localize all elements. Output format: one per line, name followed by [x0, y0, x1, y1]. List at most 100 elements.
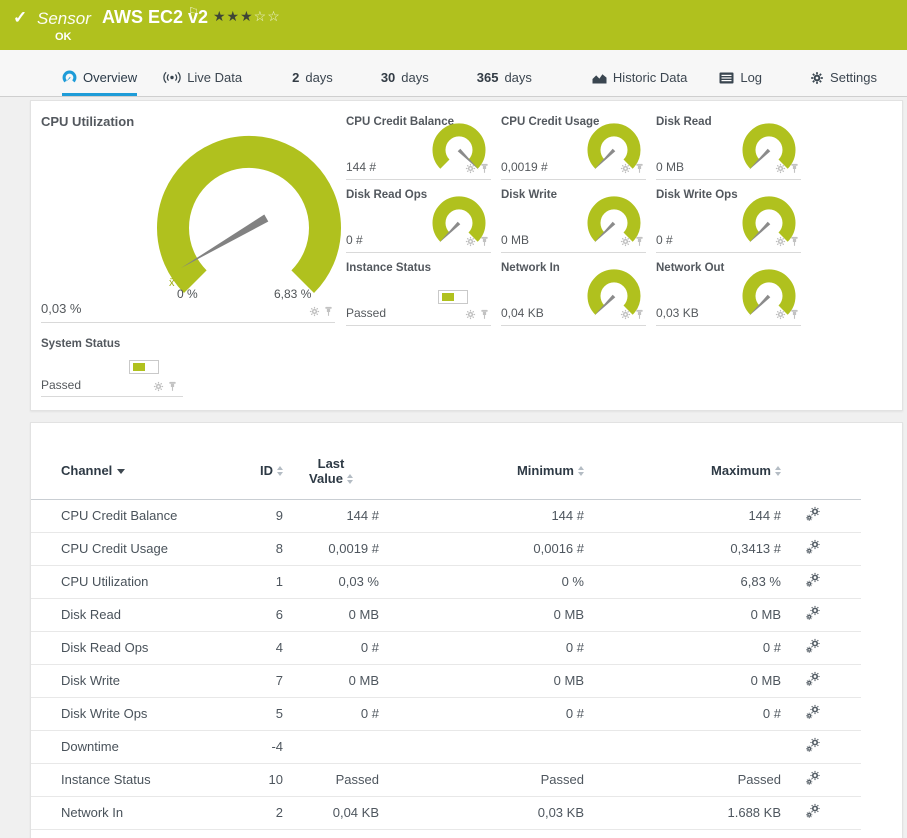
- gauge-cell-network-in[interactable]: Network In 0,04 KB: [501, 262, 646, 326]
- edit-channel-settings-icon[interactable]: [805, 506, 821, 522]
- pin-icon[interactable]: [480, 236, 489, 247]
- pin-icon[interactable]: [168, 381, 177, 392]
- edit-channel-settings-icon[interactable]: [805, 803, 821, 819]
- tab-historic-data[interactable]: Historic Data: [592, 70, 687, 96]
- cell-channel[interactable]: Network In: [31, 796, 221, 830]
- gauge-cell-disk-write[interactable]: Disk Write 0 MB: [501, 189, 646, 253]
- column-header-id[interactable]: ID: [221, 443, 283, 500]
- edit-channel-settings-icon[interactable]: [805, 539, 821, 555]
- tab-log[interactable]: Log: [719, 70, 762, 96]
- cell-channel[interactable]: Disk Read: [31, 598, 221, 632]
- cell-channel[interactable]: Disk Read Ops: [31, 631, 221, 665]
- edit-channel-settings-icon[interactable]: [805, 605, 821, 621]
- cell-channel[interactable]: Downtime: [31, 730, 221, 764]
- gauge-cell-disk-write-ops[interactable]: Disk Write Ops 0 #: [656, 189, 801, 253]
- divider: [501, 179, 646, 180]
- gauge-icon: [62, 70, 77, 83]
- channel-gear-icon[interactable]: [620, 309, 631, 320]
- cell-maximum: Passed: [584, 763, 781, 797]
- cell-settings: [781, 796, 861, 830]
- edit-channel-settings-icon[interactable]: [805, 671, 821, 687]
- column-header-maximum[interactable]: Maximum: [584, 443, 781, 500]
- tab-365-days[interactable]: 365 days: [477, 70, 532, 96]
- tab-settings[interactable]: Settings: [810, 70, 877, 96]
- edit-channel-settings-icon[interactable]: [805, 737, 821, 753]
- channel-gear-icon[interactable]: [775, 309, 786, 320]
- channel-gear-icon[interactable]: [775, 163, 786, 174]
- channel-gear-icon[interactable]: [620, 236, 631, 247]
- pin-icon[interactable]: [480, 309, 489, 320]
- channel-gear-icon[interactable]: [153, 381, 164, 392]
- system-status-indicator: [129, 360, 159, 374]
- pin-icon[interactable]: [635, 236, 644, 247]
- tab-historic-data-label: Historic Data: [612, 70, 688, 85]
- tab-live-data-label: Live Data: [187, 70, 243, 85]
- pin-icon[interactable]: [790, 163, 799, 174]
- tab-overview[interactable]: Overview: [62, 70, 138, 96]
- tab-overview-label: Overview: [83, 70, 138, 85]
- channel-gear-icon[interactable]: [775, 236, 786, 247]
- gauge-value: 0,0019 #: [501, 160, 548, 174]
- table-row: Instance Status 10 Passed Passed Passed: [31, 763, 861, 797]
- edit-channel-settings-icon[interactable]: [805, 638, 821, 654]
- gauge-scale-min: 0 %: [177, 287, 198, 301]
- column-header-channel[interactable]: Channel: [31, 443, 221, 500]
- table-header-row: Channel ID Last Value Minimum Maximum: [31, 443, 861, 500]
- channel-gear-icon[interactable]: [309, 306, 320, 317]
- gauge-title: Disk Write Ops: [656, 189, 738, 201]
- tab-live-data[interactable]: Live Data: [163, 70, 242, 96]
- gauge-value: 0 MB: [656, 160, 685, 174]
- log-list-icon: [719, 72, 734, 83]
- tab-30-days[interactable]: 30 days: [381, 70, 429, 96]
- cell-channel[interactable]: CPU Credit Balance: [31, 499, 221, 533]
- tab-365-days-number: 365: [476, 70, 499, 85]
- edit-channel-settings-icon[interactable]: [805, 572, 821, 588]
- pin-icon[interactable]: [324, 306, 333, 317]
- cell-id: 9: [221, 499, 283, 533]
- gauge-title: Disk Write: [501, 189, 558, 201]
- divider: [656, 325, 801, 326]
- pin-icon[interactable]: [480, 163, 489, 174]
- sort-icons: [775, 466, 781, 477]
- status-bar-fill: [133, 363, 145, 371]
- column-header-minimum[interactable]: Minimum: [379, 443, 584, 500]
- cell-channel[interactable]: Disk Write Ops: [31, 697, 221, 731]
- stars-filled[interactable]: ★★★: [213, 8, 254, 24]
- stars-empty[interactable]: ☆☆: [254, 8, 281, 24]
- status-bar-fill: [442, 293, 454, 301]
- pin-icon[interactable]: [635, 163, 644, 174]
- cell-last-value: 0 #: [283, 697, 379, 731]
- cell-channel[interactable]: CPU Credit Usage: [31, 532, 221, 566]
- pin-icon[interactable]: [635, 309, 644, 320]
- table-row: CPU Credit Usage 8 0,0019 #0,0016 #0,3413 …: [31, 532, 861, 566]
- gauge-cell-cpu-credit-balance[interactable]: CPU Credit Balance 144 #: [346, 116, 491, 180]
- gauge-cell-instance-status[interactable]: Instance Status Passed: [346, 262, 491, 326]
- live-signal-icon: [163, 71, 181, 84]
- cell-id: 8: [221, 532, 283, 566]
- edit-channel-settings-icon[interactable]: [805, 770, 821, 786]
- gauge-cell-cpu-credit-usage[interactable]: CPU Credit Usage 0,0019 #: [501, 116, 646, 180]
- cell-channel[interactable]: Disk Write: [31, 664, 221, 698]
- cell-maximum: 144 #: [584, 499, 781, 533]
- table-row: Disk Read 6 0 MB 0 MB 0 MB: [31, 598, 861, 632]
- pin-icon[interactable]: [790, 309, 799, 320]
- column-header-last-value[interactable]: Last Value: [283, 443, 379, 500]
- cell-settings: [781, 697, 861, 731]
- pin-icon[interactable]: [790, 236, 799, 247]
- gauge-title: Disk Read Ops: [346, 189, 428, 201]
- channel-gear-icon[interactable]: [620, 163, 631, 174]
- channel-gear-icon[interactable]: [465, 309, 476, 320]
- channel-gear-icon[interactable]: [465, 163, 476, 174]
- gauge-cell-disk-read[interactable]: Disk Read 0 MB: [656, 116, 801, 180]
- priority-stars[interactable]: ★★★☆☆: [213, 8, 281, 25]
- flag-icon[interactable]: ⚐: [188, 5, 199, 19]
- cell-channel[interactable]: CPU Utilization: [31, 565, 221, 599]
- chart-icon: [592, 73, 607, 83]
- gauge-cell-network-out[interactable]: Network Out 0,03 KB: [656, 262, 801, 326]
- gauge-cell-disk-read-ops[interactable]: Disk Read Ops 0 #: [346, 189, 491, 253]
- edit-channel-settings-icon[interactable]: [805, 704, 821, 720]
- cell-channel[interactable]: Instance Status: [31, 763, 221, 797]
- tab-2-days[interactable]: 2 days: [292, 70, 333, 96]
- channel-gear-icon[interactable]: [465, 236, 476, 247]
- cell-last-value: [283, 730, 379, 764]
